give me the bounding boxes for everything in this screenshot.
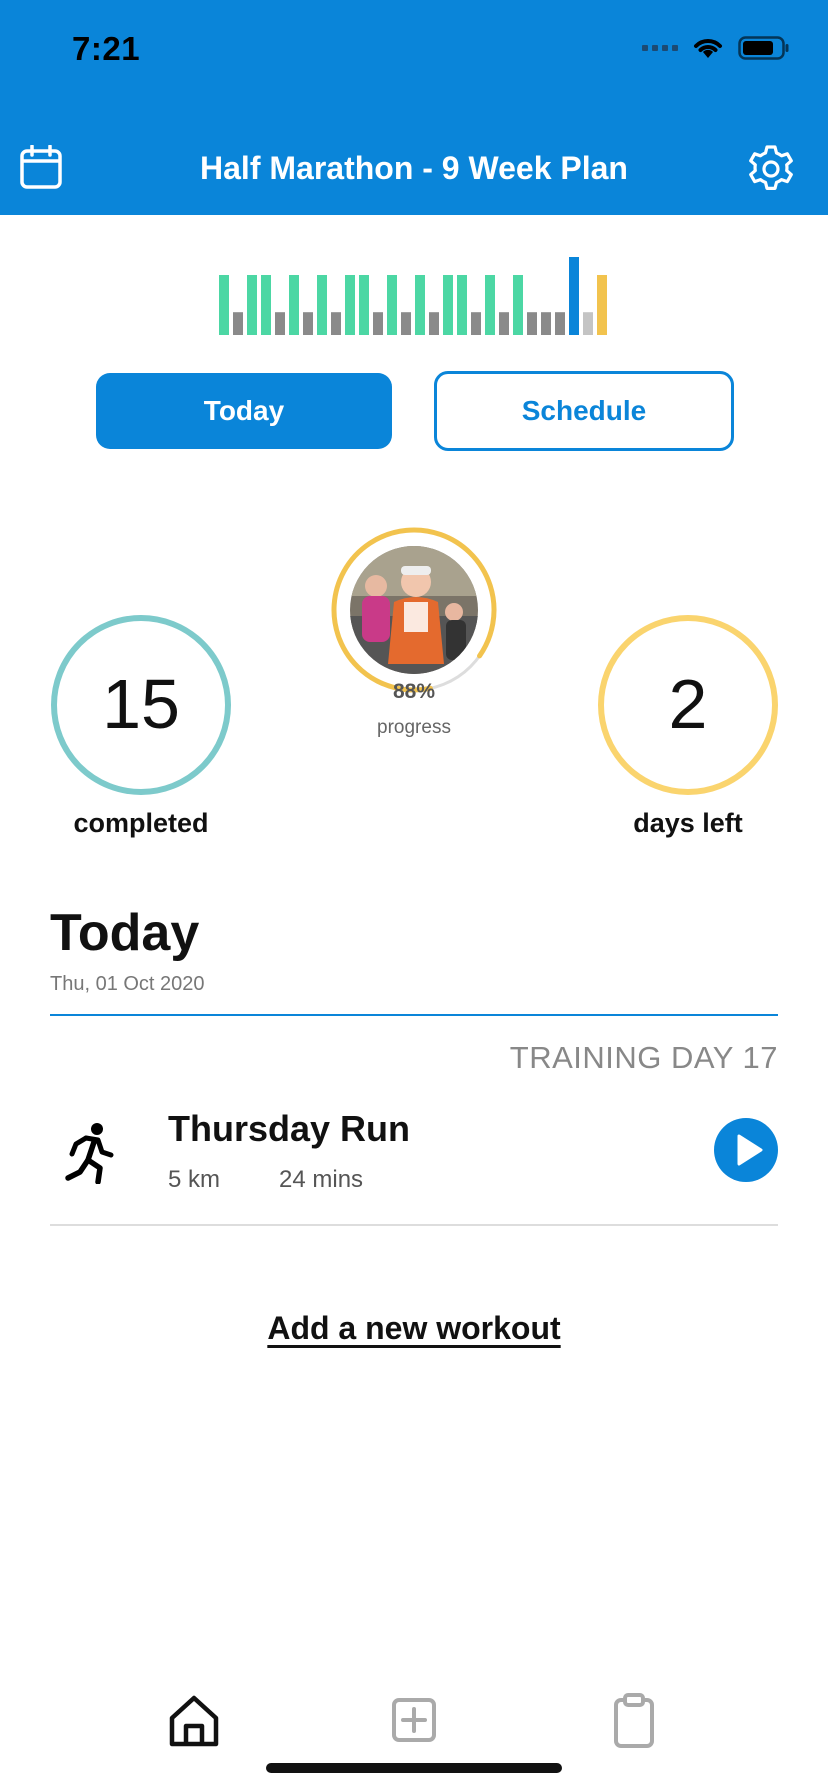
training-day-label: TRAINING DAY 17 — [509, 1040, 778, 1075]
plan-day-bar — [373, 312, 383, 335]
plan-day-bar — [499, 312, 509, 335]
battery-icon — [738, 36, 789, 60]
completed-label: completed — [73, 808, 209, 838]
workout-name: Thursday Run — [168, 1108, 411, 1149]
cellular-signal-icon — [642, 45, 678, 51]
workout-row[interactable]: Thursday Run 5 km 24 mins — [50, 1100, 778, 1224]
row-divider — [50, 1224, 778, 1226]
view-segmented-control: Today Schedule — [92, 371, 736, 453]
status-time: 7:21 — [72, 30, 141, 67]
app-header: 7:21 Half Marathon - 9 Week Plan — [0, 0, 828, 215]
plan-day-bar — [387, 275, 397, 335]
section-title-today: Today — [50, 904, 200, 962]
plan-day-bar — [345, 275, 355, 335]
plan-day-bar — [471, 312, 481, 335]
days-left-label: days left — [633, 808, 743, 838]
plan-day-bar — [429, 312, 439, 335]
plan-day-bar — [233, 312, 243, 335]
plan-day-bar — [289, 275, 299, 335]
plan-day-bar — [513, 275, 523, 335]
completed-count: 15 — [102, 665, 180, 743]
days-left-count: 2 — [668, 665, 708, 743]
plan-day-bar — [597, 275, 607, 335]
plan-day-bar — [485, 275, 495, 335]
add-workout-link-container: Add a new workout — [0, 1310, 828, 1347]
plan-day-bar — [541, 312, 551, 335]
clipboard-icon[interactable] — [604, 1690, 664, 1750]
progress-percent: 88% — [392, 680, 436, 703]
workout-distance: 5 km — [168, 1166, 221, 1193]
wifi-icon — [694, 39, 722, 58]
plan-day-bar — [583, 312, 593, 335]
play-icon[interactable] — [714, 1118, 778, 1182]
today-date: Thu, 01 Oct 2020 — [50, 973, 205, 995]
plan-day-bar — [331, 312, 341, 335]
page-title: Half Marathon - 9 Week Plan — [200, 150, 628, 186]
plan-day-bar — [303, 312, 313, 335]
plan-day-bar — [527, 312, 537, 335]
avatar[interactable] — [350, 546, 478, 674]
plan-day-bar — [219, 275, 229, 335]
tab-bar — [0, 1690, 828, 1770]
tab-today[interactable]: Today — [96, 373, 392, 449]
plan-day-bar — [261, 275, 271, 335]
add-workout-link[interactable]: Add a new workout — [267, 1310, 560, 1346]
add-icon[interactable] — [384, 1690, 444, 1750]
plan-day-bar — [275, 312, 285, 335]
plan-day-bar — [555, 312, 565, 335]
plan-day-bar — [443, 275, 453, 335]
plan-day-bar — [401, 312, 411, 335]
plan-day-bar — [457, 275, 467, 335]
home-indicator — [266, 1763, 562, 1773]
section-divider — [50, 1014, 778, 1016]
plan-day-bar — [359, 275, 369, 335]
gear-icon[interactable] — [746, 144, 796, 194]
workout-duration: 24 mins — [279, 1166, 364, 1193]
plan-day-bar — [569, 257, 579, 335]
plan-progress-bars — [219, 257, 607, 335]
status-icons — [642, 36, 790, 60]
plan-day-bar — [317, 275, 327, 335]
tab-schedule[interactable]: Schedule — [434, 371, 734, 451]
home-icon[interactable] — [164, 1690, 224, 1750]
running-icon — [65, 1123, 114, 1184]
plan-day-bar — [415, 275, 425, 335]
plan-day-bar — [247, 275, 257, 335]
progress-label: progress — [377, 717, 451, 738]
